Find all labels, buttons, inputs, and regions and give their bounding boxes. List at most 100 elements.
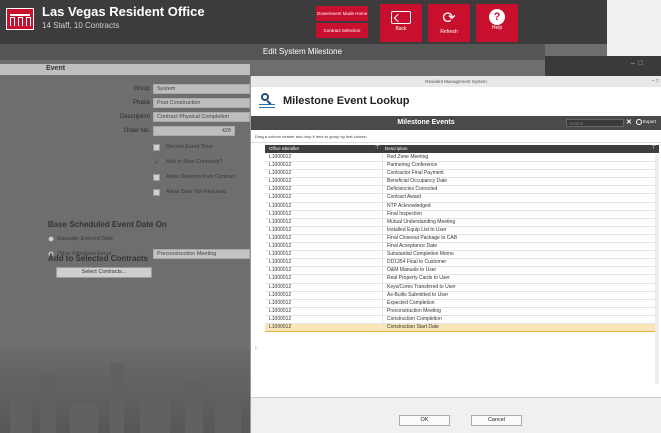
office-identifier-cell: L1000012: [269, 251, 292, 258]
column-divider: [382, 162, 383, 170]
table-row[interactable]: L1000012 Real Property Cards to User: [265, 275, 659, 284]
refresh-button[interactable]: ⟳ Refresh: [428, 4, 470, 42]
filter-icon[interactable]: ⊤: [375, 145, 379, 151]
description-label: Description: [119, 114, 150, 120]
office-identifier-cell: L1000012: [269, 291, 292, 298]
table-row[interactable]: L1000012 Construction Start Date: [265, 323, 659, 333]
app-subtitle: 14 Staff, 10 Contracts: [42, 21, 120, 30]
office-identifier-cell: L1000012: [269, 170, 292, 177]
column-divider: [382, 259, 383, 267]
group-field[interactable]: System: [153, 84, 250, 94]
background-cityscape: [0, 350, 250, 433]
milestone-event-lookup-dialog: Resident Management System – □ Milestone…: [250, 76, 661, 433]
description-cell: Substantial Completion Memo: [387, 251, 454, 258]
office-identifier-header[interactable]: Office Identifier: [269, 146, 299, 151]
table-row[interactable]: L1000012 Contractor Final Payment: [265, 170, 659, 179]
phase-field[interactable]: Post Construction: [153, 98, 250, 108]
allow-date-not-required-checkbox[interactable]: [153, 189, 160, 196]
table-row[interactable]: L1000012 Mutual Understanding Meeting: [265, 218, 659, 227]
record-event-time-checkbox[interactable]: [153, 144, 160, 151]
office-identifier-cell: L1000012: [269, 226, 292, 233]
table-row[interactable]: L1000012 Substantial Completion Memo: [265, 251, 659, 260]
column-divider: [382, 323, 383, 332]
column-divider: [382, 170, 383, 178]
add-to-contracts-title: Add to Selected Contracts: [48, 254, 149, 263]
description-header[interactable]: Description: [385, 146, 408, 151]
refresh-icon: ⟳: [442, 10, 456, 27]
help-icon: ?: [489, 9, 505, 25]
description-cell: Final Acceptance Date: [387, 243, 438, 250]
office-identifier-cell: L1000012: [269, 178, 292, 185]
page-title: Edit System Milestone: [262, 47, 343, 56]
table-row[interactable]: L1000012 NTP Acknowledged: [265, 202, 659, 211]
ok-button[interactable]: OK: [399, 415, 450, 426]
window-controls-icon[interactable]: – □: [652, 76, 659, 87]
description-cell: Deficiencies Corrected: [387, 186, 438, 193]
grid-title: Milestone Events: [397, 119, 455, 126]
office-identifier-cell: L1000012: [269, 267, 292, 274]
office-identifier-cell: L1000012: [269, 299, 292, 306]
table-row[interactable]: L1000012 As-Builts Submitted to User: [265, 291, 659, 300]
group-by-hint[interactable]: Drag a column header and drop it here to…: [251, 130, 661, 143]
contract-selection-button[interactable]: Contract Selection: [316, 23, 368, 38]
description-cell: Red Zone Meeting: [387, 154, 429, 160]
cancel-button[interactable]: Cancel: [471, 415, 522, 426]
description-cell: Final Closeout Package to CAB: [387, 234, 458, 241]
description-cell: Final Inspection: [387, 210, 423, 217]
table-row[interactable]: L1000012 Expected Completion: [265, 299, 659, 308]
allow-date-not-required-label: Allow Date Not Required: [166, 189, 227, 195]
description-cell: Construction Start Date: [387, 323, 439, 330]
office-identifier-cell: L1000012: [269, 218, 292, 225]
lookup-search-icon: [259, 93, 275, 108]
office-identifier-cell: L1000012: [269, 283, 292, 290]
allow-deletion-label: Allow Deletion from Contract: [166, 174, 236, 180]
edit-title-bar: Edit System Milestone: [0, 44, 545, 60]
event-section-title: Event: [46, 65, 66, 72]
order-no-field[interactable]: 428: [153, 126, 235, 136]
back-button[interactable]: Back: [380, 4, 422, 42]
column-divider: [382, 283, 383, 291]
office-identifier-cell: L1000012: [269, 162, 292, 169]
description-cell: Keys/Cores Transfered to User: [387, 283, 456, 290]
description-cell: Contractor Final Payment: [387, 170, 444, 177]
table-row[interactable]: L1000012 Preconstruction Meeting: [265, 307, 659, 316]
table-row[interactable]: L1000012 Beneficial Occupancy Date: [265, 178, 659, 187]
allow-deletion-checkbox[interactable]: [153, 174, 160, 181]
other-milestone-select[interactable]: Preconstruction Meeting: [153, 249, 250, 259]
table-row[interactable]: L1000012 Contract Award: [265, 194, 659, 203]
grid-toolbar: Milestone Events ✕ Export: [251, 116, 661, 130]
grid-scrollbar[interactable]: [655, 154, 659, 384]
search-input[interactable]: [566, 119, 624, 127]
manual-date-radio[interactable]: [48, 236, 54, 242]
table-row[interactable]: L1000012 Partnering Conference: [265, 162, 659, 171]
table-row[interactable]: L1000012 Deficiencies Corrected: [265, 186, 659, 195]
description-cell: Partnering Conference: [387, 162, 438, 169]
table-row[interactable]: L1000012 O&M Manuals to User: [265, 267, 659, 276]
app-header: Las Vegas Resident Office 14 Staff, 10 C…: [0, 0, 607, 44]
group-label: Group: [133, 86, 150, 92]
filter-icon[interactable]: ⊤: [652, 145, 656, 151]
table-row[interactable]: L1000012 Construction Completion: [265, 315, 659, 324]
table-row[interactable]: L1000012 Final Closeout Package to CAB: [265, 234, 659, 244]
table-row[interactable]: L1000012 Installed Equip List to User: [265, 226, 659, 235]
table-row[interactable]: L1000012 Final Acceptance Date: [265, 243, 659, 252]
column-divider: [382, 291, 383, 299]
help-button[interactable]: ? Help: [476, 4, 518, 42]
table-row[interactable]: L1000012 Keys/Cores Transfered to User: [265, 283, 659, 292]
column-divider: [382, 307, 383, 315]
clear-search-icon[interactable]: ✕: [626, 118, 632, 126]
table-row[interactable]: L1000012 DD1354 Final to Customer: [265, 259, 659, 268]
order-no-label: Order No.: [123, 128, 150, 134]
column-divider: [382, 234, 383, 243]
column-divider: [382, 267, 383, 275]
office-identifier-cell: L1000012: [269, 259, 292, 266]
column-divider: [382, 210, 383, 218]
office-identifier-cell: L1000012: [269, 186, 292, 193]
table-row[interactable]: L1000012 Final Inspection: [265, 210, 659, 219]
government-mode-home-button[interactable]: Government Mode Home: [316, 6, 368, 21]
table-row[interactable]: L1000012 Red Zone Meeting: [265, 154, 659, 163]
select-contracts-button[interactable]: Select Contracts...: [56, 267, 152, 278]
export-button[interactable]: Export: [636, 119, 656, 125]
description-field[interactable]: Contract Physical Completion: [153, 112, 250, 122]
checkmark-icon[interactable]: ✓: [154, 158, 160, 166]
